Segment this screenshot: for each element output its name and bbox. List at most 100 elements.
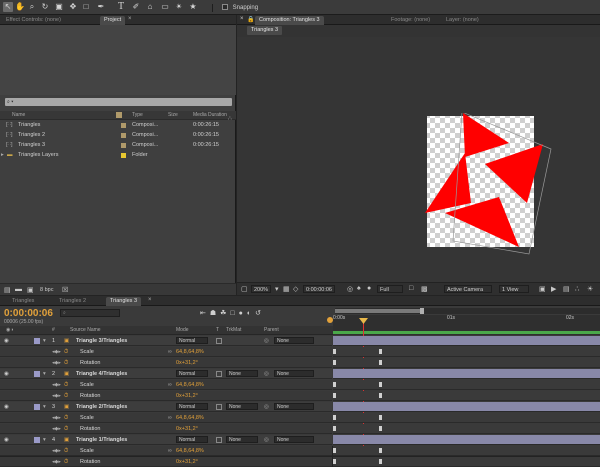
expand-arrow-icon[interactable]: ▾ (43, 402, 46, 412)
time-ruler[interactable]: 0:00s 01s 02s (333, 315, 600, 335)
rotation-property-row[interactable]: ◂◆▸ ⏱ Rotation 0x+31,2° (0, 391, 332, 401)
playhead-head[interactable] (327, 317, 333, 323)
camera-tool-icon[interactable]: ▣ (54, 2, 64, 12)
keyframe-navigator-icon[interactable]: ◂◆▸ (52, 347, 61, 357)
timeline-switch-icons[interactable]: ⇤☗☘□●◐↺ (200, 309, 265, 317)
trkmat-dropdown[interactable]: None (226, 436, 258, 443)
parent-dropdown[interactable]: None (274, 370, 314, 377)
keyframe-icon[interactable] (379, 360, 382, 365)
mode-dropdown[interactable]: Normal (176, 370, 208, 377)
trkmat-dropdown[interactable]: None (226, 370, 258, 377)
expand-arrow-icon[interactable]: ▾ (43, 336, 46, 346)
pickwhip-icon[interactable]: ◎ (264, 402, 269, 412)
keyframe-navigator-icon[interactable]: ◂◆▸ (52, 424, 61, 434)
tab-close-icon[interactable]: × (128, 16, 132, 22)
property-value[interactable]: 64,8,64,8% (176, 380, 204, 390)
layer-duration-bar[interactable] (333, 402, 600, 412)
snapping-toggle[interactable]: Snapping (222, 4, 258, 12)
flowchart-icon[interactable]: ∴ (228, 115, 232, 122)
label-swatch[interactable] (34, 371, 40, 377)
mode-dropdown[interactable]: Normal (176, 403, 208, 410)
col-type[interactable]: Type (132, 111, 143, 120)
scale-property-row[interactable]: ◂◆▸ ⏱ Scale ∞ 64,8,64,8% (0, 413, 332, 423)
color-channel-icon[interactable]: ● (367, 285, 371, 292)
roto-brush-tool-icon[interactable]: ✴ (174, 2, 184, 12)
rectangle-tool-icon[interactable]: □ (81, 2, 91, 12)
col-media-duration[interactable]: Media Duration (193, 111, 227, 120)
label-swatch[interactable] (121, 123, 126, 128)
keyframe-icon[interactable] (379, 393, 382, 398)
snapping-checkbox[interactable] (222, 4, 228, 11)
stopwatch-icon[interactable]: ⏱ (64, 457, 68, 467)
property-value[interactable]: 0x+31,2° (176, 391, 198, 401)
col-name[interactable]: Name (12, 111, 25, 120)
current-time-readout[interactable]: 0:00:00:06 (4, 308, 53, 319)
keyframe-icon[interactable] (333, 349, 336, 354)
region-of-interest-icon[interactable]: □ (409, 285, 413, 292)
composition-viewer[interactable] (237, 37, 600, 282)
always-preview-icon[interactable]: ▢ (241, 285, 248, 293)
eye-icon[interactable]: ◉ (4, 402, 9, 412)
keyframe-icon[interactable] (333, 360, 336, 365)
rotation-property-row[interactable]: ◂◆▸ ⏱ Rotation 0x+31,2° (0, 358, 332, 368)
property-value[interactable]: 0x+31,2° (176, 457, 198, 467)
layer-duration-bar[interactable] (333, 435, 600, 445)
camera-dropdown[interactable]: Active Camera (444, 285, 492, 293)
pickwhip-icon[interactable]: ◎ (264, 336, 269, 346)
expand-arrow-icon[interactable]: ▾ (43, 435, 46, 445)
keyframe-icon[interactable] (333, 426, 336, 431)
safe-zones-icon[interactable]: ▦ (283, 285, 290, 293)
label-swatch[interactable] (121, 133, 126, 138)
keyframe-navigator-icon[interactable]: ◂◆▸ (52, 413, 61, 423)
preserve-transparency-checkbox[interactable] (216, 371, 222, 377)
stopwatch-icon[interactable]: ⏱ (64, 358, 68, 368)
stopwatch-icon[interactable]: ⏱ (64, 424, 68, 434)
text-tool-icon[interactable]: T (116, 2, 126, 12)
label-swatch[interactable] (121, 153, 126, 158)
project-item-row[interactable]: [∷] Triangles 2 Composi... 0:00:26:15 (0, 131, 236, 140)
keyframe-navigator-icon[interactable]: ◂◆▸ (52, 391, 61, 401)
mask-visibility-icon[interactable]: ◇ (293, 285, 298, 293)
tab-close-icon[interactable]: × (148, 297, 152, 303)
puppet-tool-icon[interactable]: ★ (188, 2, 198, 12)
layer-name[interactable]: Triangle 3/Triangles (76, 336, 127, 346)
col-source-name[interactable]: Source Name (70, 326, 101, 335)
toggle-pixel-aspect-icon[interactable]: ▣ (539, 285, 546, 293)
constrain-proportions-icon[interactable]: ∞ (168, 347, 172, 357)
tab-timeline-triangles-3[interactable]: Triangles 3 (106, 297, 142, 306)
resolution-dropdown[interactable]: Full (377, 285, 403, 293)
show-channel-icon[interactable]: ♠ (357, 285, 361, 292)
eraser-tool-icon[interactable]: ▭ (160, 2, 170, 12)
scale-property-row[interactable]: ◂◆▸ ⏱ Scale ∞ 64,8,64,8% (0, 347, 332, 357)
scale-property-row[interactable]: ◂◆▸ ⏱ Scale ∞ 64,8,64,8% (0, 380, 332, 390)
pen-tool-icon[interactable]: ✒ (96, 2, 106, 12)
keyframe-icon[interactable] (379, 349, 382, 354)
rotation-tool-icon[interactable]: ↻ (40, 2, 50, 12)
label-swatch[interactable] (34, 404, 40, 410)
stopwatch-icon[interactable]: ⏱ (64, 347, 68, 357)
pan-behind-tool-icon[interactable]: ✥ (68, 2, 78, 12)
keyframe-icon[interactable] (379, 459, 382, 464)
comp-flowchart-icon[interactable]: ∴ (575, 285, 579, 293)
stopwatch-icon[interactable]: ⏱ (64, 391, 68, 401)
keyframe-icon[interactable] (379, 415, 382, 420)
snapshot-icon[interactable]: ◎ (347, 285, 353, 293)
keyframe-navigator-icon[interactable]: ◂◆▸ (52, 457, 61, 467)
property-track[interactable] (333, 391, 600, 401)
stopwatch-icon[interactable]: ⏱ (64, 446, 68, 456)
label-swatch[interactable] (121, 143, 126, 148)
mode-dropdown[interactable]: Normal (176, 436, 208, 443)
keyframe-icon[interactable] (333, 382, 336, 387)
property-value[interactable]: 0x+31,2° (176, 424, 198, 434)
work-area-bar[interactable] (335, 308, 600, 314)
timeline-icon[interactable]: ▤ (563, 285, 570, 293)
label-swatch[interactable] (34, 437, 40, 443)
eye-icon[interactable]: ◉ (4, 336, 9, 346)
expand-arrow-icon[interactable]: ▸ (1, 151, 4, 160)
property-value[interactable]: 0x+31,2° (176, 358, 198, 368)
close-icon[interactable]: × (240, 16, 244, 22)
constrain-proportions-icon[interactable]: ∞ (168, 380, 172, 390)
keyframe-icon[interactable] (333, 415, 336, 420)
keyframe-icon[interactable] (333, 448, 336, 453)
col-trkmat[interactable]: TrkMat (226, 326, 241, 335)
